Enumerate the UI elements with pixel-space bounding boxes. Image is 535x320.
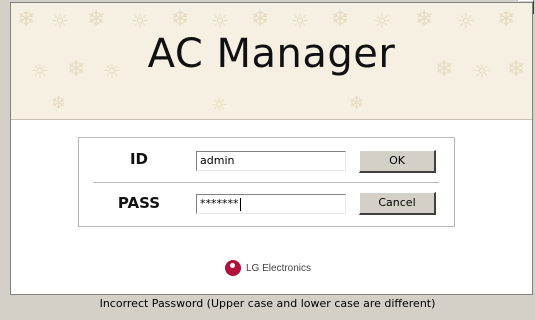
snowflake-icon: ❄: [415, 7, 434, 32]
sun-icon: ☼: [373, 9, 391, 33]
snowflake-icon: ❄: [349, 93, 365, 114]
snowflake-icon: ❄: [251, 7, 270, 32]
sun-icon: ☼: [131, 9, 149, 33]
snowflake-icon: ❄: [87, 7, 106, 32]
id-input[interactable]: admin: [196, 151, 346, 171]
login-panel: ❄ ☼ ❄ ☼ ❄ ☼ ❄ ☼ ❄ ☼ ❄ ☼ ❄ ☼ ❄ ☼ ❄ ☼ ❄ ❄ …: [10, 2, 533, 295]
status-message: Incorrect Password (Upper case and lower…: [99, 297, 436, 310]
form-divider: [93, 182, 439, 183]
ac-manager-window: ❄ ☼ ❄ ☼ ❄ ☼ ❄ ☼ ❄ ☼ ❄ ☼ ❄ ☼ ❄ ☼ ❄ ☼ ❄ ❄ …: [0, 0, 535, 320]
lg-logo-icon: [225, 260, 241, 276]
snowflake-icon: ❄: [497, 7, 516, 32]
id-input-value: admin: [200, 154, 235, 167]
snowflake-icon: ❄: [51, 93, 67, 114]
sun-icon: ☼: [291, 9, 309, 33]
snowflake-icon: ❄: [17, 7, 36, 32]
brand-text: LG Electronics: [246, 262, 312, 274]
cancel-button[interactable]: Cancel: [359, 192, 436, 215]
password-input-value: *******: [200, 197, 239, 210]
login-form: ID admin OK PASS ******* Cancel: [78, 137, 455, 227]
sun-icon: ☼: [51, 9, 69, 33]
brand-mark: LG Electronics: [225, 259, 311, 277]
snowflake-icon: ❄: [171, 7, 190, 32]
pass-label: PASS: [117, 194, 161, 212]
sun-icon: ☼: [457, 9, 475, 33]
password-input[interactable]: *******: [196, 194, 346, 214]
snowflake-icon: ❄: [331, 7, 350, 32]
text-caret: [239, 197, 241, 211]
id-label: ID: [129, 150, 149, 168]
sun-icon: ☼: [211, 95, 228, 116]
sun-icon: ☼: [211, 9, 229, 33]
ok-button[interactable]: OK: [359, 150, 436, 173]
app-title: AC Manager: [147, 31, 396, 77]
title-banner: ❄ ☼ ❄ ☼ ❄ ☼ ❄ ☼ ❄ ☼ ❄ ☼ ❄ ☼ ❄ ☼ ❄ ☼ ❄ ❄ …: [11, 3, 532, 120]
